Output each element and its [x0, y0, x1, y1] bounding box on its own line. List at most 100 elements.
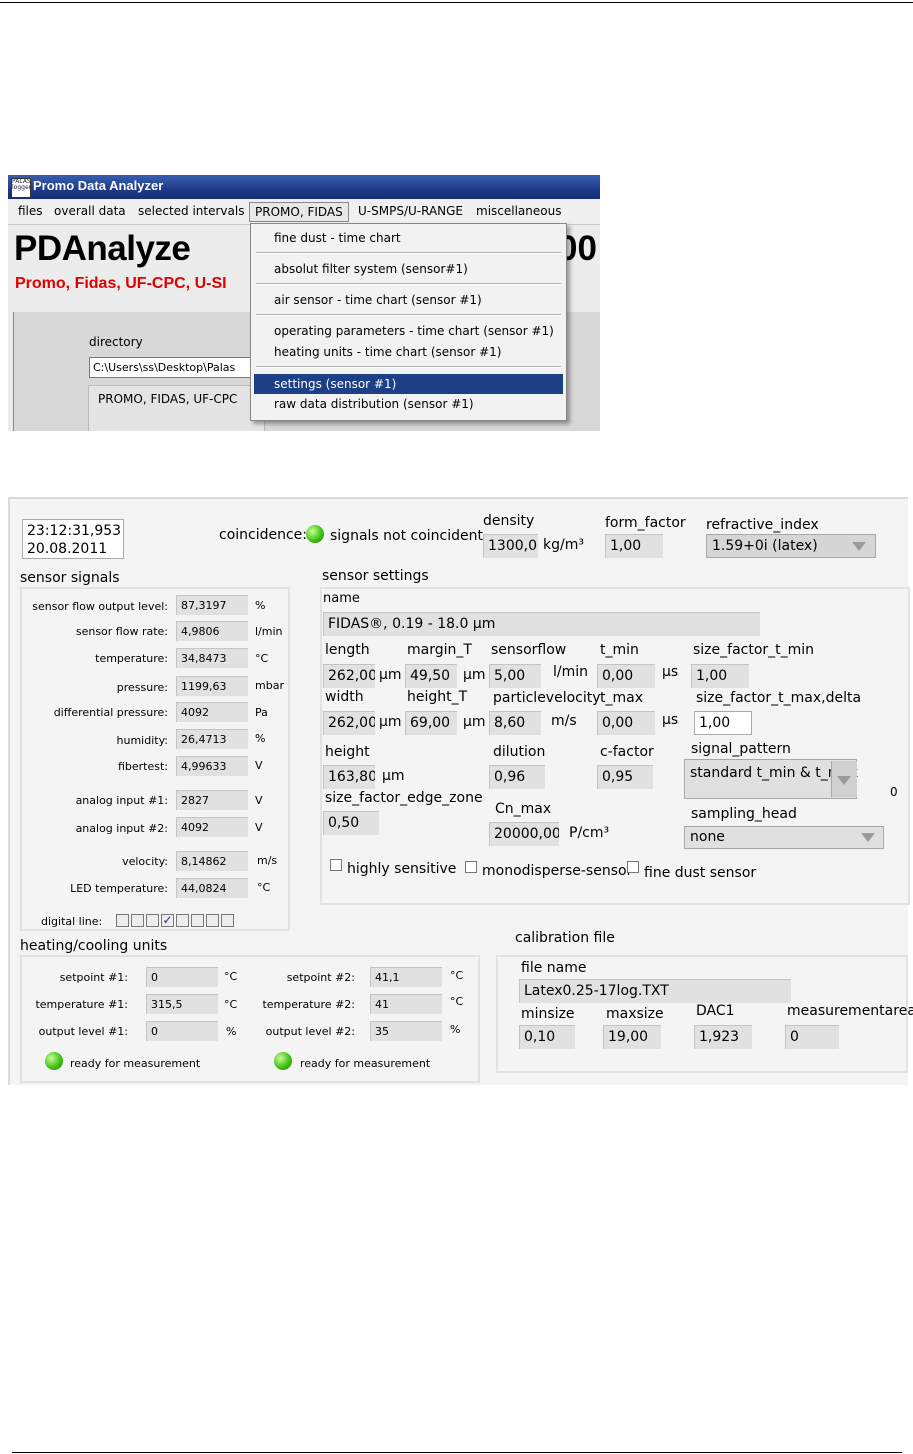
size-factor-t-max-field[interactable]: 1,00 [694, 711, 752, 735]
c-factor-label: c-factor [600, 744, 654, 760]
t-min-label: t_min [600, 642, 639, 658]
t-max-unit: µs [662, 712, 679, 728]
menu-item-settings[interactable]: settings (sensor #1) [254, 374, 563, 394]
dilution-field[interactable]: 0,96 [489, 765, 545, 789]
signal-value: 1199,63 [176, 676, 248, 696]
app-subtitle: Promo, Fidas, UF-CPC, U-SI [15, 275, 227, 292]
monodisperse-sensor-checkbox[interactable] [465, 861, 477, 873]
menu-files[interactable]: files [18, 204, 43, 218]
chevron-down-icon [852, 542, 866, 551]
signal-value: 87,3197 [176, 595, 248, 615]
signal-label: fibertest: [117, 760, 168, 773]
maxsize-field[interactable]: 19,00 [603, 1025, 661, 1049]
directory-label: directory [89, 335, 143, 349]
refractive-index-label: refractive_index [706, 517, 819, 533]
heater-2-ready-led-icon [274, 1052, 292, 1070]
length-label: length [325, 642, 370, 658]
signal-label: differential pressure: [53, 706, 168, 719]
menu-item-heating-units[interactable]: heating units - time chart (sensor #1) [251, 342, 566, 362]
menu-promo-fidas[interactable]: PROMO, FIDAS [249, 202, 349, 222]
t-max-label: t_max [600, 690, 643, 706]
t-max-field[interactable]: 0,00 [597, 711, 655, 735]
menu-miscellaneous[interactable]: miscellaneous [476, 204, 561, 218]
signal-value: 2827 [176, 790, 248, 810]
celsius-unit: °C [224, 998, 238, 1011]
signal-unit: °C [255, 652, 269, 665]
calibration-title: calibration file [515, 930, 615, 946]
digital-line-bit [191, 914, 204, 927]
signal-label: humidity: [116, 734, 168, 747]
menu-usmps-urange[interactable]: U-SMPS/U-RANGE [358, 204, 463, 218]
size-factor-edge-zone-field[interactable]: 0,50 [323, 811, 379, 835]
margin-t-unit: µm [463, 667, 486, 683]
digital-line-bit [131, 914, 144, 927]
signal-unit: V [255, 794, 263, 807]
size-factor-t-min-field[interactable]: 1,00 [691, 664, 749, 688]
percent-unit: % [226, 1025, 237, 1038]
setpoint-1-field: 0 [146, 967, 218, 987]
menu-overall-data[interactable]: overall data [54, 204, 126, 218]
t-min-unit: µs [662, 664, 679, 680]
cn-max-field[interactable]: 20000,00 [489, 822, 559, 846]
calibration-file-field[interactable]: Latex0.25-17log.TXT [519, 979, 791, 1003]
height-unit: µm [382, 768, 405, 784]
output-level-1-field: 0 [146, 1021, 218, 1041]
signal-value: 26,4713 [176, 729, 248, 749]
menu-separator [256, 314, 561, 316]
digital-line-bit [116, 914, 129, 927]
measurementarea-field[interactable]: 0 [785, 1025, 839, 1049]
menu-item-raw-data[interactable]: raw data distribution (sensor #1) [251, 394, 566, 414]
menu-item-operating-parameters[interactable]: operating parameters - time chart (senso… [251, 321, 566, 341]
fine-dust-sensor-checkbox[interactable] [627, 861, 639, 873]
percent-unit: % [450, 1023, 461, 1036]
form-factor-label: form_factor [605, 515, 686, 531]
t-min-field[interactable]: 0,00 [597, 664, 655, 688]
menu-item-air-sensor[interactable]: air sensor - time chart (sensor #1) [251, 290, 566, 310]
timestamp-time: 23:12:31,953 [27, 523, 122, 539]
height-field[interactable]: 163,80 [323, 765, 375, 789]
c-factor-field[interactable]: 0,95 [597, 765, 653, 789]
directory-input[interactable]: C:\Users\ss\Desktop\Palas [89, 357, 254, 378]
particlevelocity-field[interactable]: 8,60 [489, 711, 541, 735]
density-field[interactable]: 1300,00 [483, 534, 538, 558]
dilution-label: dilution [493, 744, 546, 760]
menu-item-fine-dust[interactable]: fine dust - time chart [251, 228, 566, 248]
promo-fidas-dropdown: fine dust - time chart absolut filter sy… [250, 223, 567, 421]
dac1-field[interactable]: 1,923 [694, 1025, 752, 1049]
temperature-1-label: temperature #1: [35, 998, 128, 1011]
height-t-field[interactable]: 69,00 [405, 711, 457, 735]
timestamp-display: 23:12:31,953 20.08.2011 [22, 519, 124, 559]
sensor-name-field[interactable]: FIDAS®, 0.19 - 18.0 µm [323, 612, 760, 636]
signal-value: 4092 [176, 817, 248, 837]
width-label: width [325, 689, 364, 705]
menu-item-absolute-filter[interactable]: absolut filter system (sensor#1) [251, 259, 566, 279]
output-level-1-label: output level #1: [38, 1025, 128, 1038]
length-unit: µm [379, 667, 402, 683]
signal-value: 34,8473 [176, 648, 248, 668]
calibration-file-label: file name [521, 960, 587, 976]
signal-unit: l/min [255, 625, 283, 638]
form-factor-field[interactable]: 1,00 [605, 534, 663, 558]
length-field[interactable]: 262,00 [323, 664, 375, 688]
sensorflow-field[interactable]: 5,00 [489, 664, 541, 688]
sampling-head-select[interactable]: none [684, 826, 884, 849]
minsize-field[interactable]: 0,10 [519, 1025, 575, 1049]
signal-value: 4092 [176, 702, 248, 722]
menu-selected-intervals[interactable]: selected intervals [138, 204, 244, 218]
signal-label: sensor flow rate: [75, 625, 168, 638]
menu-separator [256, 283, 561, 285]
highly-sensitive-checkbox[interactable] [330, 859, 342, 871]
refractive-index-select[interactable]: 1.59+0i (latex) [706, 534, 876, 558]
temperature-1-field: 315,5 [146, 994, 218, 1014]
coincidence-led-icon [306, 525, 324, 543]
signal-value: 44,0824 [176, 878, 248, 898]
signal-pattern-select[interactable]: standard t_min & t_max [684, 759, 858, 799]
celsius-unit: °C [224, 970, 238, 983]
cn-max-label: Cn_max [495, 801, 552, 817]
heating-title: heating/cooling units [20, 938, 168, 954]
margin-t-field[interactable]: 49,50 [405, 664, 457, 688]
signal-unit: Pa [255, 706, 268, 719]
window-title: Promo Data Analyzer [33, 178, 164, 193]
signal-unit: V [255, 759, 263, 772]
width-field[interactable]: 262,00 [323, 711, 375, 735]
